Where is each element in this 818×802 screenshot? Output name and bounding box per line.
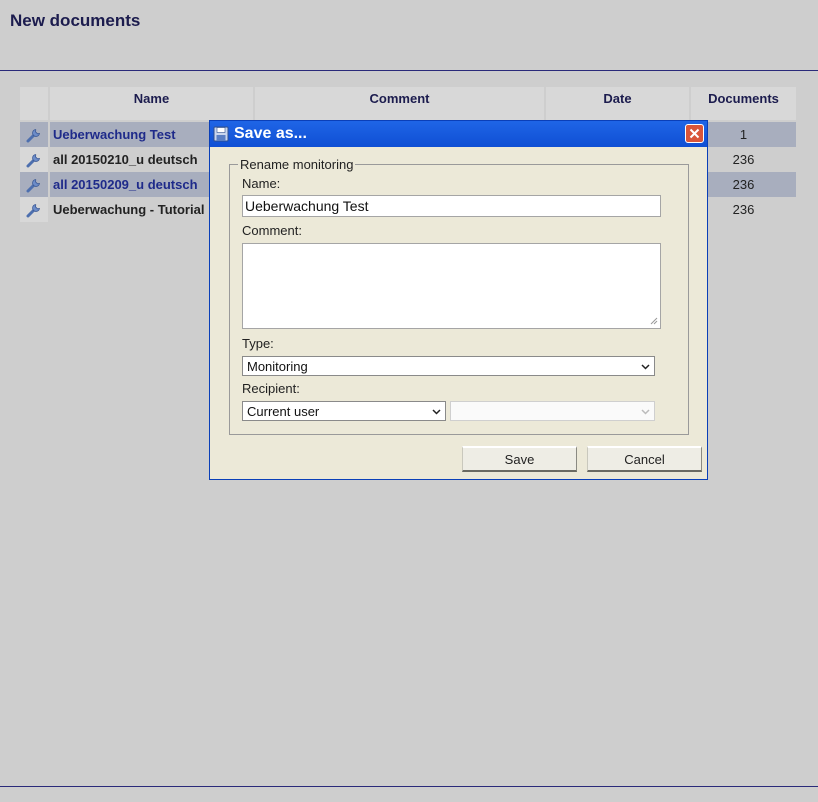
close-icon xyxy=(689,128,700,139)
comment-textarea[interactable] xyxy=(242,243,661,329)
header-comment[interactable]: Comment xyxy=(255,87,544,120)
name-input[interactable]: Ueberwachung Test xyxy=(242,195,661,217)
save-button[interactable]: Save xyxy=(462,446,577,472)
dialog-titlebar[interactable]: Save as... xyxy=(210,121,707,147)
dialog-title: Save as... xyxy=(234,125,307,142)
footer-divider xyxy=(0,786,818,787)
edit-wrench-icon[interactable] xyxy=(20,147,48,172)
recipient-select[interactable]: Current user xyxy=(242,401,446,421)
recipient-select-value: Current user xyxy=(247,403,320,419)
floppy-disk-icon xyxy=(213,126,229,142)
type-select-value: Monitoring xyxy=(247,358,308,374)
name-label: Name: xyxy=(242,176,281,191)
chevron-down-icon xyxy=(432,409,441,415)
header-date[interactable]: Date xyxy=(546,87,689,120)
cancel-button[interactable]: Cancel xyxy=(587,446,702,472)
header-documents[interactable]: Documents xyxy=(691,87,796,120)
chevron-down-icon xyxy=(641,409,650,415)
recipient-secondary-select xyxy=(450,401,655,421)
resize-grip-icon[interactable] xyxy=(650,317,658,325)
save-as-dialog: Save as... Rename monitoring Name: Ueber… xyxy=(209,120,708,480)
edit-wrench-icon[interactable] xyxy=(20,172,48,197)
type-label: Type: xyxy=(242,336,274,351)
table-header-row: Name Comment Date Documents xyxy=(20,87,796,120)
recipient-label: Recipient: xyxy=(242,381,300,396)
header-divider xyxy=(0,70,818,71)
edit-wrench-icon[interactable] xyxy=(20,197,48,222)
header-icon-col xyxy=(20,87,48,120)
comment-label: Comment: xyxy=(242,223,302,238)
header-name[interactable]: Name xyxy=(50,87,253,120)
group-legend: Rename monitoring xyxy=(240,157,354,172)
page-title: New documents xyxy=(10,11,141,30)
close-button[interactable] xyxy=(685,124,704,143)
edit-wrench-icon[interactable] xyxy=(20,122,48,147)
chevron-down-icon xyxy=(641,364,650,370)
type-select[interactable]: Monitoring xyxy=(242,356,655,376)
